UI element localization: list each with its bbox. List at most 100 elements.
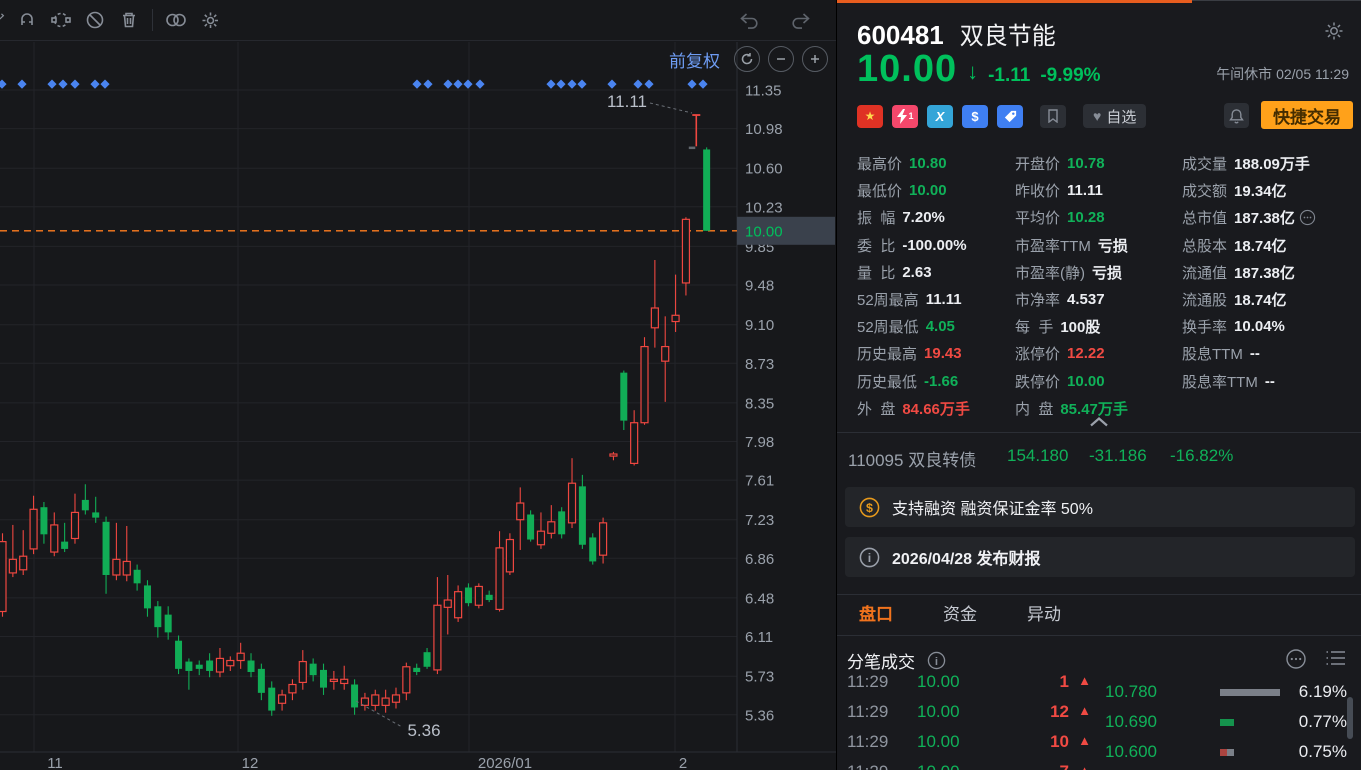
ticks-header: 分笔成交 i [847,648,946,673]
collapse-stats-icon[interactable] [1089,414,1109,432]
stat-label: 市盈率TTM [1015,235,1091,256]
tab-盘口[interactable]: 盘口 [859,600,893,633]
undo-icon[interactable] [732,5,766,35]
panel-settings-icon[interactable] [1323,20,1345,47]
stat-label: 涨停价 [1015,343,1060,364]
stat-value: 10.00 [909,182,947,199]
stat-row: 最低价10.00 [857,177,1015,204]
stat-label: 振 幅 [857,207,895,228]
indicator-settings-icon[interactable] [193,5,227,35]
add-favorite-button[interactable]: ♥ 自选 [1083,104,1146,128]
trading-app: 11.115.3611.3510.9810.6010.239.859.489.1… [0,0,1361,770]
stat-value: -- [1250,345,1260,362]
quick-trade-button[interactable]: 快捷交易 [1261,101,1353,129]
redo-icon[interactable] [784,5,818,35]
adjust-controls: 前复权 [669,46,828,72]
stat-value: 10.78 [1067,155,1105,172]
tick-row: 11:2910.001▲ [847,674,1103,696]
stat-label: 历史最高 [857,343,917,364]
stat-row: 历史最高19.43 [857,340,1015,367]
chart-toolbar [0,0,836,41]
margin-notice-card[interactable]: $ 支持融资 融资保证金率 50% [845,487,1355,527]
hide-drawings-icon[interactable] [78,5,112,35]
stat-label: 52周最高 [857,289,919,310]
svg-text:5.36: 5.36 [407,721,440,740]
stock-code: 600481 [857,20,944,51]
list-view-icon[interactable] [1325,648,1347,668]
stat-value: 7.20% [902,209,945,226]
stat-row: 跌停价10.00 [1015,368,1182,395]
stat-value: 亏损 [1098,235,1128,256]
stat-label: 开盘价 [1015,153,1060,174]
stat-value: 18.74亿 [1234,235,1287,256]
stat-value: 11.11 [1067,182,1103,199]
stat-label: 股息率TTM [1182,371,1258,392]
cn-flag-icon[interactable]: ★ [857,105,883,128]
strategy-icon[interactable] [44,5,78,35]
svg-text:7.23: 7.23 [745,512,774,529]
stat-row: 股息TTM-- [1182,340,1352,367]
more-info-icon[interactable] [1299,209,1316,226]
up-triangle-icon: ▲ [1078,703,1091,718]
tag-icon[interactable] [997,105,1023,128]
ticks-info-icon[interactable]: i [927,651,946,670]
stat-value: 10.04% [1234,318,1285,335]
stat-row: 总市值187.38亿 [1182,204,1352,231]
tab-资金[interactable]: 资金 [943,600,977,633]
volume-bar [1220,719,1234,726]
stat-row: 52周最高11.11 [857,286,1015,313]
compare-icon[interactable] [159,5,193,35]
x-badge-icon[interactable]: X [927,105,953,128]
bookmark-icon[interactable] [1040,105,1066,128]
tick-row: 11:2910.0012▲ [847,696,1103,726]
chart-panel[interactable]: 11.115.3611.3510.9810.6010.239.859.489.1… [0,0,836,770]
tick-row: 11:2910.0010▲ [847,726,1103,756]
dollar-badge-icon[interactable]: $ [962,105,988,128]
stat-label: 每 手 [1015,316,1053,337]
up-triangle-icon: ▲ [1078,763,1091,770]
tab-异动[interactable]: 异动 [1027,600,1061,633]
bond-change-pct: -16.82% [1170,446,1233,466]
stat-label: 市盈率(静) [1015,262,1085,283]
stat-value: 187.38亿 [1234,262,1295,283]
svg-text:6.48: 6.48 [745,590,774,607]
stat-row: 52周最低4.05 [857,313,1015,340]
lightning-icon[interactable]: 1 [892,105,918,128]
adjust-mode-button[interactable]: 前复权 [669,47,720,72]
up-triangle-icon: ▲ [1078,733,1091,748]
undo-redo-group [732,5,818,35]
more-circle-icon[interactable] [1285,648,1307,670]
divider [837,432,1361,433]
zoom-out-icon[interactable] [768,46,794,72]
zoom-in-icon[interactable] [802,46,828,72]
list-scrollbar[interactable] [1347,697,1353,739]
depth-row: 10.6000.75% [1105,734,1347,764]
down-arrow-icon: ↓ [967,59,978,85]
last-price: 10.00 [857,48,957,91]
stat-value: 187.38亿 [1234,207,1295,228]
delete-drawings-icon[interactable] [112,5,146,35]
margin-notice-text: 支持融资 融资保证金率 50% [892,495,1093,519]
up-triangle-icon: ▲ [1078,674,1091,688]
reset-zoom-icon[interactable] [734,46,760,72]
price-change-pct: -9.99% [1040,65,1100,87]
draw-tool-icon[interactable] [0,5,10,35]
stat-row: 股息率TTM-- [1182,368,1352,395]
stat-row: 换手率10.04% [1182,313,1352,340]
earnings-notice-card[interactable]: i 2026/04/28 发布财报 [845,537,1355,577]
stat-row: 流通值187.38亿 [1182,259,1352,286]
stat-row: 外 盘84.66万手 [857,395,1015,422]
candlestick-chart[interactable]: 11.115.3611.3510.9810.6010.239.859.489.1… [0,0,836,770]
stat-label: 平均价 [1015,207,1060,228]
stat-label: 52周最低 [857,316,919,337]
magnet-icon[interactable] [10,5,44,35]
alert-bell-icon[interactable] [1224,103,1249,128]
svg-text:11.35: 11.35 [745,83,781,100]
svg-text:$: $ [866,500,873,514]
stat-label: 最高价 [857,153,902,174]
bond-name: 110095 双良转债 [848,446,976,471]
price-volume-list: 10.7806.19%10.6900.77%10.6000.75% [1105,674,1347,770]
stat-value: 10.28 [1067,209,1105,226]
session-status: 午间休市 02/05 11:29 [1216,64,1349,84]
stat-label: 昨收价 [1015,180,1060,201]
